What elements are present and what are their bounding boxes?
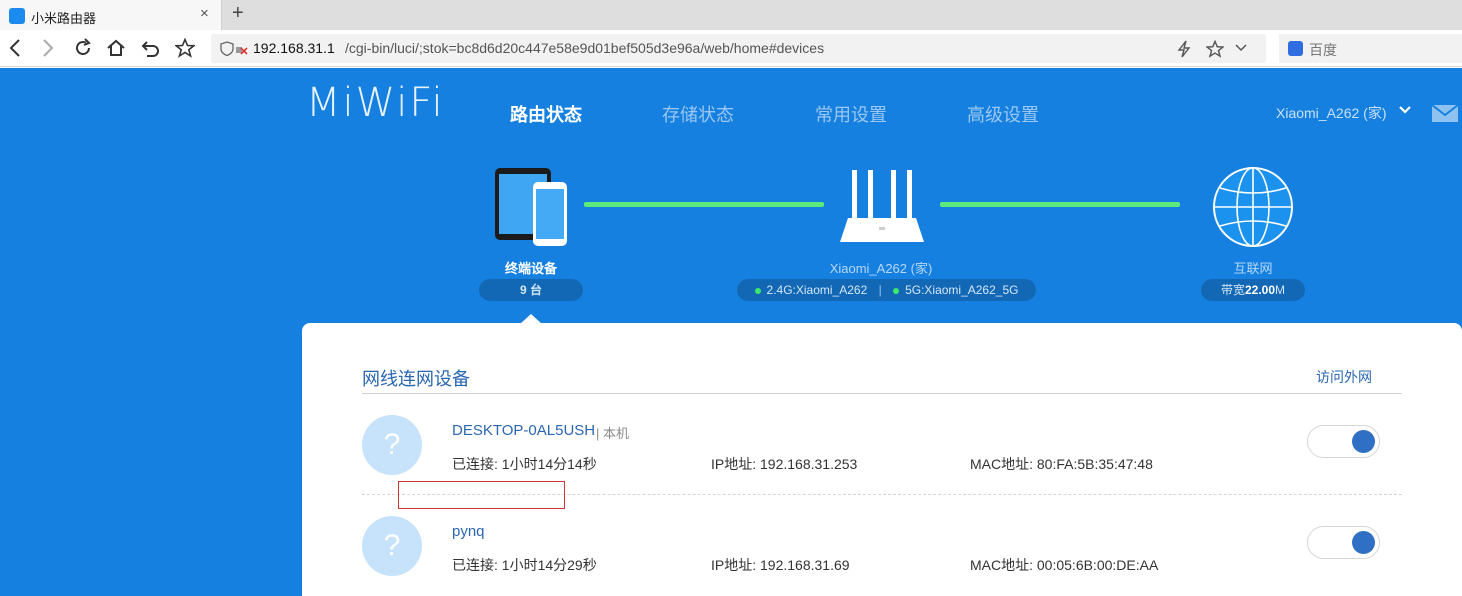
search-placeholder: 百度: [1309, 42, 1337, 58]
devices-count-badge[interactable]: 9 台: [479, 279, 583, 301]
wifi-5-ssid: 5G:Xiaomi_A262_5G: [905, 283, 1019, 297]
router-page: MiWiFi 路由状态 存储状态 常用设置 高级设置 Xiaomi_A262 (…: [0, 68, 1462, 596]
baidu-paw-icon: [1288, 41, 1303, 56]
lightning-icon[interactable]: [1177, 40, 1191, 58]
bandwidth-badge[interactable]: 带宽22.00M: [1201, 279, 1305, 301]
device-connected-time: 已连接: 1小时14分29秒: [452, 557, 597, 573]
address-bar[interactable]: 192.168.31.1 /cgi-bin/luci/;stok=bc8d6d2…: [211, 34, 1266, 63]
device-mac: MAC地址: 80:FA:5B:35:47:48: [970, 456, 1153, 472]
browser-tab[interactable]: 小米路由器 ×: [0, 0, 222, 30]
devices-label: 终端设备: [504, 261, 557, 276]
ip-highlight-box: [398, 481, 565, 509]
forward-icon[interactable]: [41, 38, 55, 58]
device-name[interactable]: DESKTOP-0AL5USH: [452, 422, 595, 439]
new-tab-button[interactable]: +: [232, 2, 244, 25]
devices-link-line: [584, 202, 824, 207]
device-ip: IP地址: 192.168.31.253: [711, 456, 858, 472]
bandwidth-value: 22.00: [1244, 283, 1276, 297]
address-host: 192.168.31.1: [253, 40, 335, 56]
home-icon[interactable]: [106, 38, 126, 58]
device-name[interactable]: pynq: [452, 523, 485, 540]
internet-access-toggle[interactable]: [1307, 425, 1380, 458]
section-title: 网线连网设备: [362, 369, 470, 389]
router-name: Xiaomi_A262 (家): [829, 261, 933, 276]
user-menu[interactable]: Xiaomi_A262 (家): [1276, 103, 1387, 123]
unknown-device-avatar: ?: [362, 516, 422, 576]
browser-tab-bar: 小米路由器 × +: [0, 0, 1462, 30]
section-divider: [362, 393, 1402, 394]
close-tab-icon[interactable]: ×: [200, 5, 209, 22]
tab-title: 小米路由器: [31, 11, 97, 26]
brand-logo[interactable]: MiWiFi: [306, 80, 445, 126]
menu-storage-status[interactable]: 存储状态: [662, 101, 734, 127]
favorite-star-icon[interactable]: [1206, 40, 1224, 58]
device-mac: MAC地址: 00:05:6B:00:DE:AA: [970, 557, 1159, 573]
internet-access-toggle[interactable]: [1307, 526, 1380, 559]
address-path: /cgi-bin/luci/;stok=bc8d6d20c447e58e9d01…: [345, 40, 825, 56]
router-icon[interactable]: [838, 166, 926, 246]
device-row: ? pynq 已连接: 1小时14分29秒 IP地址: 192.168.31.6…: [362, 496, 1402, 596]
wifi-5-status-dot: [893, 287, 900, 294]
browser-toolbar: 192.168.31.1 /cgi-bin/luci/;stok=bc8d6d2…: [0, 30, 1462, 67]
reload-icon[interactable]: [73, 38, 93, 58]
device-tag: | 本机: [596, 426, 629, 441]
insecure-shield-icon: [220, 41, 248, 56]
menu-common-settings[interactable]: 常用设置: [815, 101, 887, 127]
unknown-device-avatar: ?: [362, 415, 422, 475]
devices-icon[interactable]: [493, 166, 571, 248]
internet-link-line: [940, 202, 1180, 207]
internet-label: 互联网: [1233, 261, 1273, 276]
device-ip: IP地址: 192.168.31.69: [711, 557, 850, 573]
back-icon[interactable]: [8, 38, 22, 58]
wifi-24-status-dot: [754, 287, 761, 294]
undo-icon[interactable]: [141, 38, 161, 58]
device-row: ? DESKTOP-0AL5USH | 本机 已连接: 1小时14分14秒 IP…: [362, 395, 1402, 495]
globe-icon[interactable]: [1212, 166, 1294, 248]
bookmark-star-icon[interactable]: [175, 38, 195, 58]
bandwidth-prefix: 带宽: [1220, 283, 1245, 297]
wifi-status-pill[interactable]: 2.4G:Xiaomi_A262 | 5G:Xiaomi_A262_5G: [737, 279, 1036, 301]
mail-icon[interactable]: [1432, 103, 1458, 123]
search-box[interactable]: 百度: [1279, 34, 1462, 63]
toggle-knob: [1352, 430, 1375, 453]
menu-route-status[interactable]: 路由状态: [510, 101, 582, 127]
internet-access-link[interactable]: 访问外网: [1316, 367, 1372, 387]
wifi-separator: |: [878, 283, 882, 297]
wifi-favicon-icon: [9, 8, 25, 24]
chevron-down-icon[interactable]: [1398, 104, 1412, 116]
menu-advanced-settings[interactable]: 高级设置: [967, 101, 1039, 127]
toggle-knob: [1352, 531, 1375, 554]
device-panel: 网线连网设备 访问外网 ? DESKTOP-0AL5USH | 本机 已连接: …: [302, 323, 1462, 596]
bandwidth-unit: M: [1275, 283, 1286, 297]
wifi-24-ssid: 2.4G:Xiaomi_A262: [766, 283, 868, 297]
chevron-down-icon[interactable]: [1235, 43, 1247, 53]
device-connected-time: 已连接: 1小时14分14秒: [452, 456, 597, 472]
